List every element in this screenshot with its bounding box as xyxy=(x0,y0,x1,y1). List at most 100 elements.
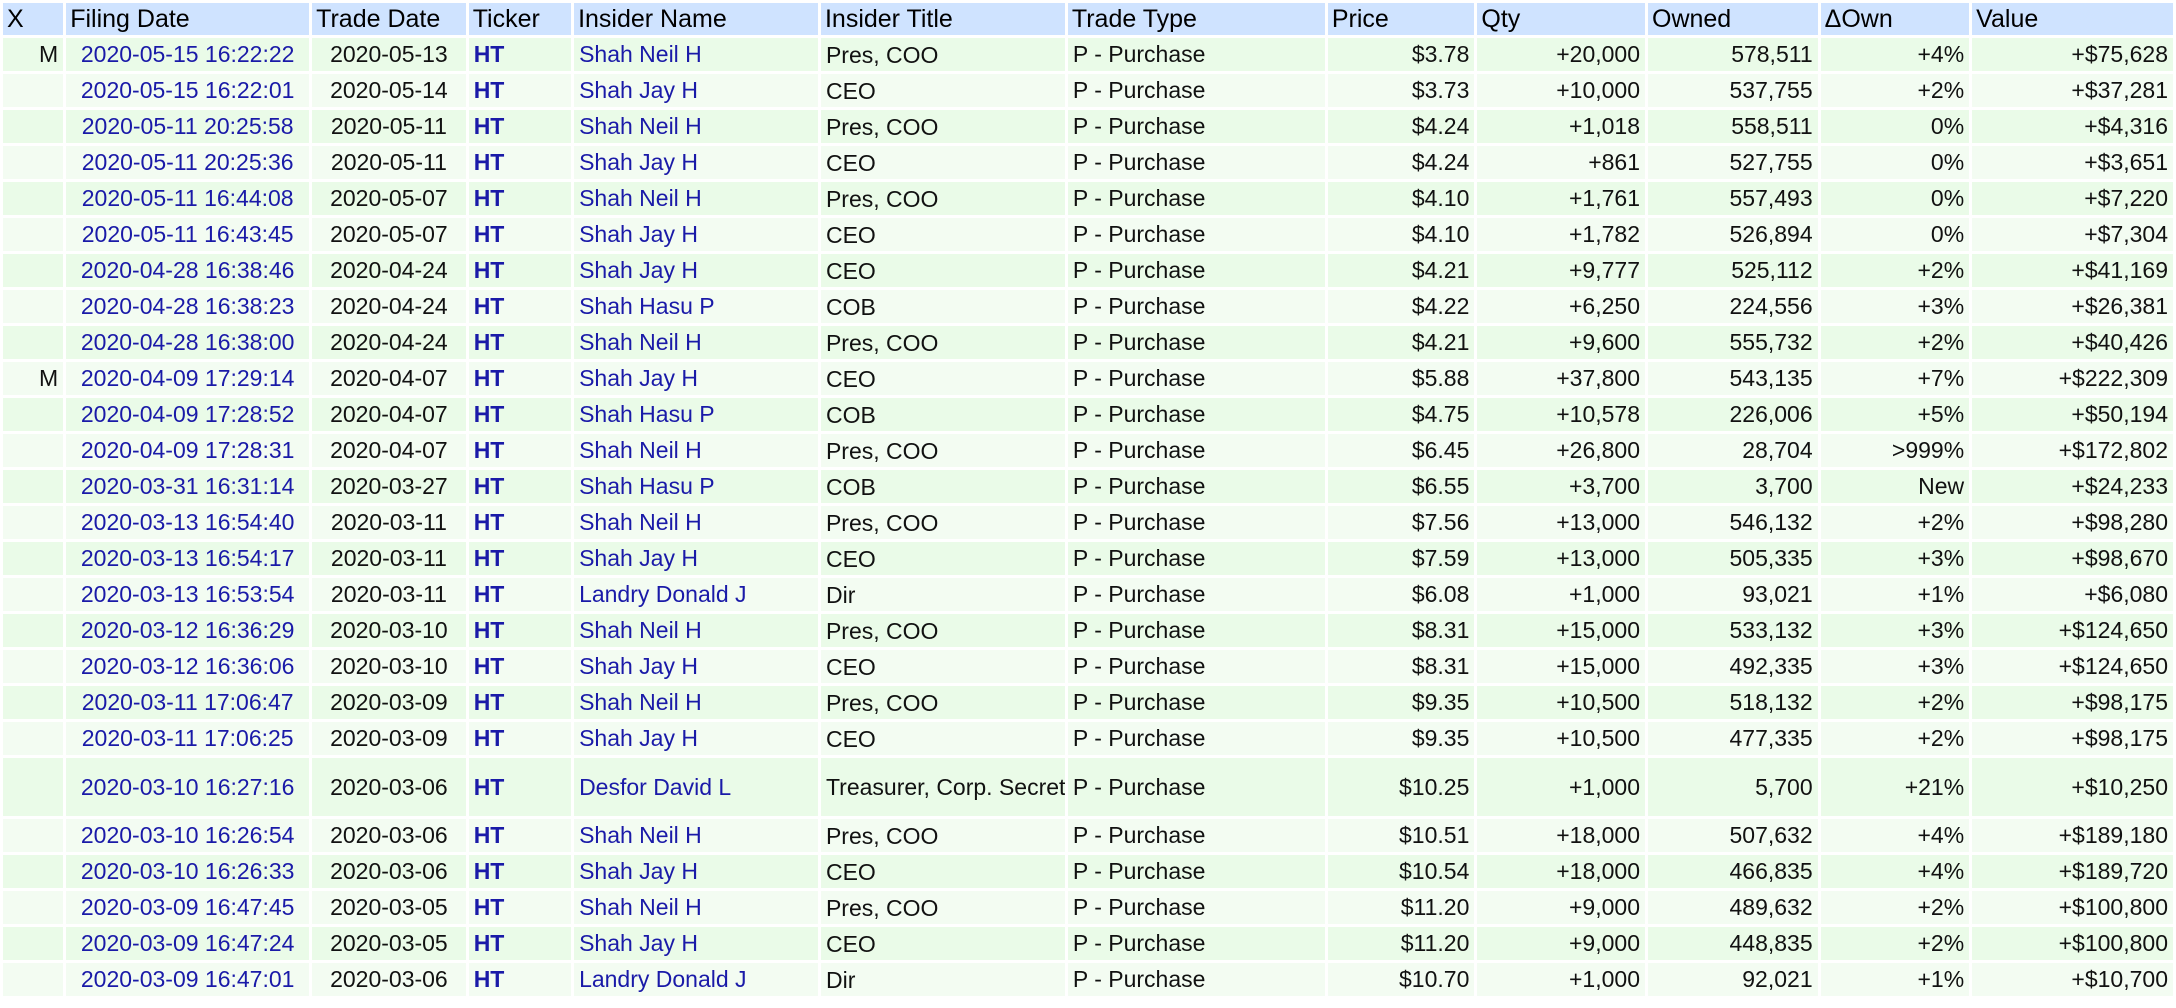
filing-date-link[interactable]: 2020-03-13 16:54:40 xyxy=(71,509,304,536)
ticker-link[interactable]: HT xyxy=(474,858,505,884)
cell-delta-own: +2% xyxy=(1820,254,1970,287)
insider-name-link[interactable]: Shah Hasu P xyxy=(579,293,715,319)
filing-date-link[interactable]: 2020-05-11 20:25:58 xyxy=(71,113,304,140)
ticker-link[interactable]: HT xyxy=(474,581,505,607)
ticker-link[interactable]: HT xyxy=(474,725,505,751)
insider-name-link[interactable]: Shah Neil H xyxy=(579,822,702,848)
insider-name-link[interactable]: Desfor David L xyxy=(579,774,731,800)
ticker-link[interactable]: HT xyxy=(474,822,505,848)
ticker-link[interactable]: HT xyxy=(474,221,505,247)
column-header-value[interactable]: Value xyxy=(1972,3,2173,35)
insider-name-link[interactable]: Shah Neil H xyxy=(579,329,702,355)
column-header-ticker[interactable]: Ticker xyxy=(468,3,572,35)
ticker-link[interactable]: HT xyxy=(474,653,505,679)
insider-name-link[interactable]: Shah Jay H xyxy=(579,257,698,283)
ticker-link[interactable]: HT xyxy=(474,689,505,715)
filing-date-link[interactable]: 2020-03-09 16:47:45 xyxy=(71,894,304,921)
insider-name-link[interactable]: Shah Neil H xyxy=(579,185,702,211)
filing-date-link[interactable]: 2020-04-28 16:38:46 xyxy=(71,257,304,284)
insider-name-link[interactable]: Shah Neil H xyxy=(579,689,702,715)
filing-date-link[interactable]: 2020-03-31 16:31:14 xyxy=(71,473,304,500)
insider-name-link[interactable]: Shah Hasu P xyxy=(579,401,715,427)
filing-date-link[interactable]: 2020-05-11 16:43:45 xyxy=(71,221,304,248)
filing-date-link[interactable]: 2020-05-11 20:25:36 xyxy=(71,149,304,176)
ticker-link[interactable]: HT xyxy=(474,185,505,211)
ticker-link[interactable]: HT xyxy=(474,545,505,571)
insider-name-link[interactable]: Shah Neil H xyxy=(579,113,702,139)
ticker-link[interactable]: HT xyxy=(474,894,505,920)
filing-date-link[interactable]: 2020-05-15 16:22:01 xyxy=(71,77,304,104)
column-header-qty[interactable]: Qty xyxy=(1477,3,1645,35)
filing-date-link[interactable]: 2020-05-15 16:22:22 xyxy=(71,41,304,68)
cell-value: +$100,800 xyxy=(1972,927,2173,960)
column-header-delta-own[interactable]: ΔOwn xyxy=(1820,3,1970,35)
cell-x: M xyxy=(3,362,64,395)
cell-trade-date: 2020-05-11 xyxy=(312,146,466,179)
filing-date-link[interactable]: 2020-03-09 16:47:01 xyxy=(71,966,304,993)
column-header-trade-date[interactable]: Trade Date xyxy=(312,3,466,35)
filing-date-link[interactable]: 2020-05-11 16:44:08 xyxy=(71,185,304,212)
filing-date-link[interactable]: 2020-04-09 17:28:31 xyxy=(71,437,304,464)
filing-date-link[interactable]: 2020-03-09 16:47:24 xyxy=(71,930,304,957)
insider-name-link[interactable]: Shah Jay H xyxy=(579,858,698,884)
ticker-link[interactable]: HT xyxy=(474,329,505,355)
insider-name-link[interactable]: Shah Jay H xyxy=(579,77,698,103)
column-header-insider-title[interactable]: Insider Title xyxy=(820,3,1065,35)
cell-trade-type: P - Purchase xyxy=(1067,254,1325,287)
ticker-link[interactable]: HT xyxy=(474,77,505,103)
column-header-x[interactable]: X xyxy=(3,3,64,35)
column-header-trade-type[interactable]: Trade Type xyxy=(1067,3,1325,35)
ticker-link[interactable]: HT xyxy=(474,774,505,800)
insider-name-link[interactable]: Shah Jay H xyxy=(579,653,698,679)
insider-name-link[interactable]: Shah Jay H xyxy=(579,149,698,175)
column-header-filing-date[interactable]: Filing Date xyxy=(66,3,310,35)
ticker-link[interactable]: HT xyxy=(474,149,505,175)
filing-date-link[interactable]: 2020-03-12 16:36:29 xyxy=(71,617,304,644)
ticker-link[interactable]: HT xyxy=(474,113,505,139)
insider-name-link[interactable]: Shah Jay H xyxy=(579,545,698,571)
filing-date-link[interactable]: 2020-03-13 16:54:17 xyxy=(71,545,304,572)
column-header-insider-name[interactable]: Insider Name xyxy=(574,3,818,35)
ticker-link[interactable]: HT xyxy=(474,966,505,992)
insider-name-link[interactable]: Shah Neil H xyxy=(579,617,702,643)
filing-date-link[interactable]: 2020-04-09 17:29:14 xyxy=(71,365,304,392)
ticker-link[interactable]: HT xyxy=(474,41,505,67)
ticker-link[interactable]: HT xyxy=(474,930,505,956)
filing-date-link[interactable]: 2020-04-28 16:38:00 xyxy=(71,329,304,356)
insider-name-link[interactable]: Landry Donald J xyxy=(579,581,747,607)
insider-name-link[interactable]: Shah Jay H xyxy=(579,365,698,391)
insider-name-link[interactable]: Landry Donald J xyxy=(579,966,747,992)
filing-date-link[interactable]: 2020-03-10 16:26:33 xyxy=(71,858,304,885)
insider-name-link[interactable]: Shah Jay H xyxy=(579,930,698,956)
ticker-link[interactable]: HT xyxy=(474,509,505,535)
ticker-link[interactable]: HT xyxy=(474,437,505,463)
filing-date-link[interactable]: 2020-03-13 16:53:54 xyxy=(71,581,304,608)
ticker-link[interactable]: HT xyxy=(474,617,505,643)
filing-date-link[interactable]: 2020-04-28 16:38:23 xyxy=(71,293,304,320)
insider-name-link[interactable]: Shah Jay H xyxy=(579,725,698,751)
filing-date-link[interactable]: 2020-03-12 16:36:06 xyxy=(71,653,304,680)
cell-ticker: HT xyxy=(468,542,572,575)
cell-insider-title: Pres, COO xyxy=(820,506,1065,539)
filing-date-link[interactable]: 2020-04-09 17:28:52 xyxy=(71,401,304,428)
ticker-link[interactable]: HT xyxy=(474,473,505,499)
insider-name-link[interactable]: Shah Neil H xyxy=(579,509,702,535)
filing-date-link[interactable]: 2020-03-10 16:27:16 xyxy=(71,774,304,801)
cell-filing-date: 2020-04-09 17:28:52 xyxy=(66,398,310,431)
insider-name-link[interactable]: Shah Hasu P xyxy=(579,473,715,499)
ticker-link[interactable]: HT xyxy=(474,365,505,391)
filing-date-link[interactable]: 2020-03-11 17:06:25 xyxy=(71,725,304,752)
table-row: 2020-03-13 16:54:40 2020-03-11 HT Shah N… xyxy=(3,506,2173,539)
insider-name-link[interactable]: Shah Neil H xyxy=(579,41,702,67)
ticker-link[interactable]: HT xyxy=(474,293,505,319)
cell-owned: 448,835 xyxy=(1648,927,1818,960)
filing-date-link[interactable]: 2020-03-10 16:26:54 xyxy=(71,822,304,849)
column-header-price[interactable]: Price xyxy=(1327,3,1475,35)
filing-date-link[interactable]: 2020-03-11 17:06:47 xyxy=(71,689,304,716)
column-header-owned[interactable]: Owned xyxy=(1648,3,1818,35)
ticker-link[interactable]: HT xyxy=(474,257,505,283)
insider-name-link[interactable]: Shah Neil H xyxy=(579,894,702,920)
insider-name-link[interactable]: Shah Neil H xyxy=(579,437,702,463)
insider-name-link[interactable]: Shah Jay H xyxy=(579,221,698,247)
ticker-link[interactable]: HT xyxy=(474,401,505,427)
